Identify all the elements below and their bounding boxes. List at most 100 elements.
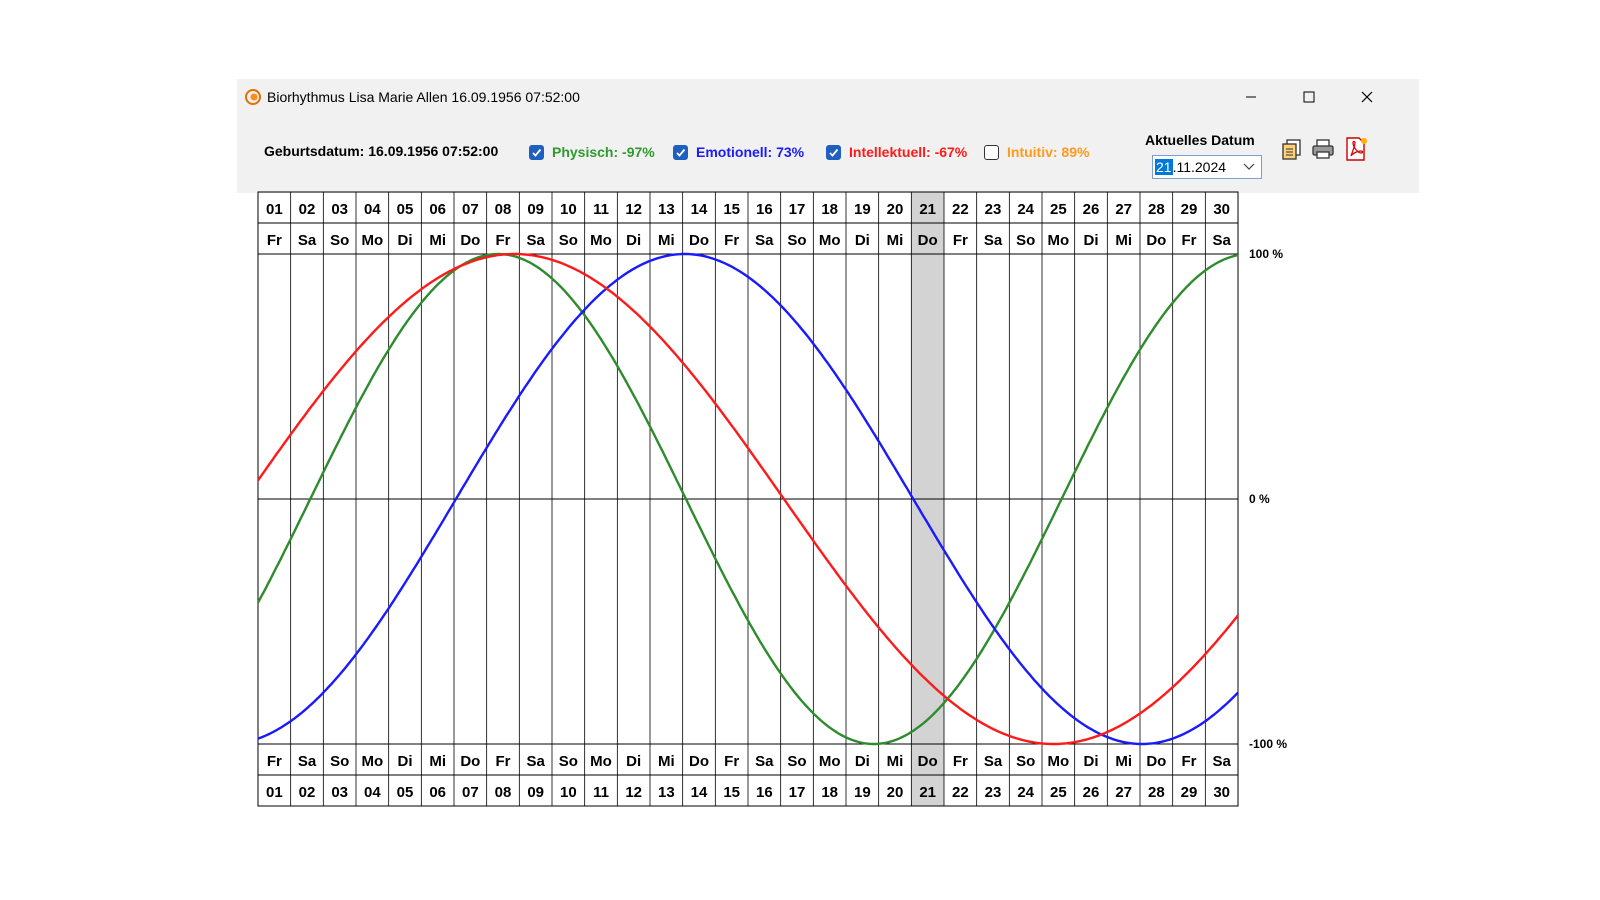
day-number-bottom[interactable]: 17: [789, 784, 806, 801]
weekday-top: Mi: [1115, 232, 1132, 249]
day-number-bottom[interactable]: 24: [1017, 784, 1034, 801]
weekday-top: So: [787, 232, 806, 249]
weekday-bottom: So: [787, 753, 806, 770]
day-number-bottom[interactable]: 26: [1083, 784, 1100, 801]
weekday-bottom: Di: [855, 753, 870, 770]
day-number-top[interactable]: 20: [887, 201, 904, 218]
weekday-top: Do: [1146, 232, 1166, 249]
day-number-bottom[interactable]: 20: [887, 784, 904, 801]
day-number-top[interactable]: 11: [593, 201, 609, 218]
day-number-top[interactable]: 29: [1181, 201, 1198, 218]
day-number-bottom[interactable]: 25: [1050, 784, 1067, 801]
weekday-top: So: [330, 232, 349, 249]
weekday-top: Sa: [298, 232, 317, 249]
biorhythm-chart: 01 01 02 02 03 03 04 04 05 05 06 06 07 07 08 08 09 09 10 10…: [256, 191, 1287, 807]
day-number-top[interactable]: 02: [299, 201, 316, 218]
weekday-top: Mo: [590, 232, 612, 249]
day-number-top[interactable]: 03: [331, 201, 348, 218]
day-number-top[interactable]: 10: [560, 201, 577, 218]
weekday-bottom: Sa: [1212, 753, 1231, 770]
day-number-top[interactable]: 12: [625, 201, 642, 218]
day-number-top[interactable]: 21: [919, 201, 936, 218]
weekday-top: Mi: [658, 232, 675, 249]
day-number-bottom[interactable]: 12: [625, 784, 642, 801]
day-number-top[interactable]: 08: [495, 201, 512, 218]
weekday-bottom: Do: [689, 753, 709, 770]
day-number-top[interactable]: 17: [789, 201, 806, 218]
weekday-bottom: Mi: [1115, 753, 1132, 770]
day-number-bottom[interactable]: 05: [397, 784, 414, 801]
weekday-top: Do: [689, 232, 709, 249]
day-number-top[interactable]: 28: [1148, 201, 1165, 218]
day-number-bottom[interactable]: 27: [1115, 784, 1132, 801]
day-number-bottom[interactable]: 16: [756, 784, 773, 801]
day-number-bottom[interactable]: 18: [821, 784, 838, 801]
weekday-bottom: Fr: [267, 753, 282, 770]
day-number-bottom[interactable]: 22: [952, 784, 969, 801]
day-number-top[interactable]: 15: [723, 201, 740, 218]
weekday-top: Fr: [953, 232, 968, 249]
day-number-top[interactable]: 24: [1017, 201, 1034, 218]
day-number-top[interactable]: 27: [1115, 201, 1132, 218]
day-number-top[interactable]: 13: [658, 201, 675, 218]
day-number-bottom[interactable]: 03: [331, 784, 348, 801]
weekday-bottom: Mi: [429, 753, 446, 770]
weekday-bottom: So: [1016, 753, 1035, 770]
weekday-bottom: Sa: [755, 753, 774, 770]
day-number-bottom[interactable]: 15: [723, 784, 740, 801]
day-number-bottom[interactable]: 23: [985, 784, 1002, 801]
weekday-bottom: Sa: [298, 753, 317, 770]
day-number-top[interactable]: 23: [985, 201, 1002, 218]
day-number-top[interactable]: 26: [1083, 201, 1100, 218]
weekday-top: Sa: [755, 232, 774, 249]
day-number-top[interactable]: 19: [854, 201, 871, 218]
weekday-bottom: Fr: [953, 753, 968, 770]
weekday-bottom: Mi: [658, 753, 675, 770]
day-number-bottom[interactable]: 11: [593, 784, 609, 801]
weekday-top: Sa: [984, 232, 1003, 249]
day-number-bottom[interactable]: 13: [658, 784, 675, 801]
weekday-bottom: Fr: [724, 753, 739, 770]
weekday-top: Fr: [496, 232, 511, 249]
weekday-top: Do: [460, 232, 480, 249]
day-number-top[interactable]: 16: [756, 201, 773, 218]
day-number-bottom[interactable]: 01: [266, 784, 283, 801]
weekday-bottom: Di: [626, 753, 641, 770]
weekday-top: Mi: [887, 232, 904, 249]
day-number-bottom[interactable]: 29: [1181, 784, 1198, 801]
weekday-bottom: Mo: [361, 753, 383, 770]
day-number-bottom[interactable]: 06: [429, 784, 446, 801]
day-number-top[interactable]: 05: [397, 201, 414, 218]
weekday-top: Di: [1084, 232, 1099, 249]
day-number-top[interactable]: 04: [364, 201, 381, 218]
day-number-bottom[interactable]: 02: [299, 784, 316, 801]
weekday-top: Mo: [1047, 232, 1069, 249]
y-tick-label: 0 %: [1249, 492, 1270, 506]
day-number-bottom[interactable]: 28: [1148, 784, 1165, 801]
weekday-bottom: Mo: [819, 753, 841, 770]
day-number-top[interactable]: 25: [1050, 201, 1067, 218]
weekday-bottom: Di: [1084, 753, 1099, 770]
day-number-top[interactable]: 18: [821, 201, 838, 218]
day-number-top[interactable]: 07: [462, 201, 479, 218]
day-number-top[interactable]: 09: [527, 201, 544, 218]
day-number-bottom[interactable]: 08: [495, 784, 512, 801]
day-number-top[interactable]: 06: [429, 201, 446, 218]
weekday-bottom: Di: [398, 753, 413, 770]
weekday-top: Di: [855, 232, 870, 249]
day-number-top[interactable]: 22: [952, 201, 969, 218]
day-number-bottom[interactable]: 07: [462, 784, 479, 801]
day-number-bottom[interactable]: 21: [919, 784, 936, 801]
day-number-bottom[interactable]: 14: [691, 784, 708, 801]
weekday-top: Fr: [1182, 232, 1197, 249]
weekday-top: Mi: [429, 232, 446, 249]
day-number-bottom[interactable]: 19: [854, 784, 871, 801]
day-number-top[interactable]: 01: [266, 201, 283, 218]
day-number-bottom[interactable]: 10: [560, 784, 577, 801]
day-number-bottom[interactable]: 30: [1213, 784, 1230, 801]
weekday-bottom: Do: [918, 753, 938, 770]
day-number-top[interactable]: 14: [691, 201, 708, 218]
day-number-bottom[interactable]: 04: [364, 784, 381, 801]
day-number-top[interactable]: 30: [1213, 201, 1230, 218]
day-number-bottom[interactable]: 09: [527, 784, 544, 801]
